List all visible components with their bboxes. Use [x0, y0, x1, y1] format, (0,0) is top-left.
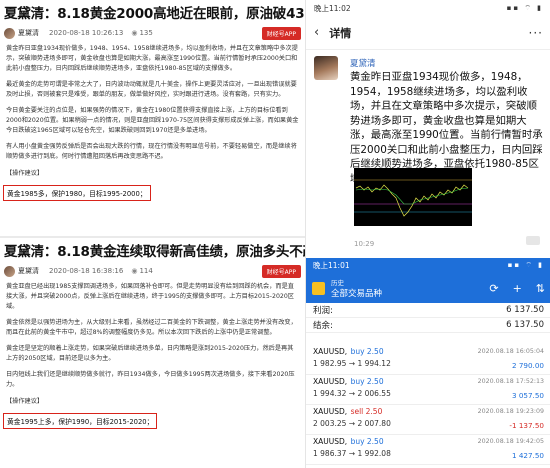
publish-date: 2020-08-18 10:26:13 [49, 29, 124, 37]
article-2: 夏黛清：8.18黄金连续取得新高佳绩，原油多头不改！ 夏黛清 2020-08-1… [0, 238, 305, 468]
back-arrow-icon[interactable]: ‹ [314, 25, 319, 40]
article-column: 夏黛清：8.18黄金2000高地近在眼前，原油破43多！ 夏黛清 2020-08… [0, 0, 305, 468]
avatar[interactable] [314, 56, 338, 80]
paragraph: 黄金昨日亚盘1934现价做多，1948、1954、1958继续进场多，均以盈利收… [6, 45, 298, 72]
refresh-icon[interactable]: ⟳ [489, 282, 498, 295]
order-symbol: XAUUSD, [313, 347, 348, 356]
article-1-body: 黄金昨日亚盘1934现价做多，1948、1954、1958继续进场多，均以盈利收… [0, 42, 305, 162]
status-bar: 晚上11:01 ▪▪ ⌔ ▮ [306, 258, 550, 273]
author-name[interactable]: 夏黛清 [350, 57, 376, 69]
order-row[interactable]: XAUUSD, buy 2.50 1 986.37 → 1 992.08 202… [306, 435, 550, 465]
order-time: 2020.08.18 19:23:09 [477, 408, 544, 415]
order-time: 2020.08.18 16:05:04 [477, 348, 544, 355]
order-row[interactable]: XAUUSD, buy 2.50 1 982.95 → 1 994.12 202… [306, 345, 550, 375]
article-2-meta: 夏黛清 2020-08-18 16:38:16 ◉ 114 财经号APP [0, 262, 305, 280]
article-1: 夏黛清：8.18黄金2000高地近在眼前，原油破43多！ 夏黛清 2020-08… [0, 0, 305, 236]
order-row[interactable]: XAUUSD, buy 2.50 1 994.32 → 2 006.55 202… [306, 375, 550, 405]
order-time: 2020.08.18 19:42:05 [477, 438, 544, 445]
article-2-title[interactable]: 夏黛清：8.18黄金连续取得新高佳绩，原油多头不改！ [0, 238, 305, 262]
history-label: 历史 [331, 279, 344, 287]
trading-toolbar: 历史 全部交易品种 ⟳ + ⇅ [306, 273, 550, 303]
app-download-button[interactable]: 财经号APP [261, 26, 301, 40]
account-summary: 利润: 6 137.50 结余: 6 137.50 [306, 303, 550, 333]
summary-row-balance: 结余: 6 137.50 [306, 318, 550, 333]
post-detail: 夏黛清 黄金昨日亚盘1934现价做多，1948，1954，1958继续进场多，均… [306, 50, 550, 258]
order-direction: buy 2.50 [350, 377, 384, 386]
sort-icon[interactable]: ⇅ [536, 282, 545, 295]
chart-graphic [354, 168, 472, 226]
order-symbol: XAUUSD, [313, 407, 348, 416]
status-bar: 晚上11:02 ▪▪ ⌔ ▮ [306, 0, 550, 16]
author-name[interactable]: 夏黛清 [18, 266, 39, 276]
paragraph: 今日黄金要关注的点位是，如果强势的情况下，黄金在1980位置获得支撑直接上涨，上… [6, 107, 299, 134]
summary-value: 6 137.50 [506, 305, 544, 315]
phone-column: 晚上11:02 ▪▪ ⌔ ▮ ‹ 详情 ··· 夏黛清 黄金昨日亚盘1934现价… [305, 0, 550, 468]
post-time: 10:29 [354, 240, 375, 248]
order-profit: -1 137.50 [509, 421, 544, 430]
paragraph: 有人用小盘黄金强势反弹后是否会出现大跌的行情，现在行情没有明显信号前，不要轻易做… [6, 143, 297, 160]
order-profit: 1 427.50 [511, 451, 544, 460]
summary-label: 结余: [313, 321, 333, 331]
order-direction: buy 2.50 [350, 437, 384, 446]
summary-value: 6 137.50 [506, 320, 544, 330]
more-icon[interactable]: ··· [529, 26, 543, 40]
order-history-list: XAUUSD, buy 2.50 1 982.95 → 1 994.12 202… [306, 345, 550, 465]
order-time: 2020.08.18 17:52:13 [477, 378, 544, 385]
order-prices: 1 994.32 → 2 006.55 [313, 389, 391, 398]
eye-icon: ◉ [131, 29, 138, 37]
article-2-body: 黄金亚盘已经出现1985支撑回调进场多，如果回落补仓即可。但是走势明显没有给到回… [0, 280, 305, 390]
section-label: 【操作建议】 [6, 398, 44, 405]
paragraph: 最近黄金的走势可谓是非常之大了，日内波动动辄就是几十美金，操作上更要灵活应对，一… [6, 81, 297, 98]
paragraph: 日内短线上我们还是继续顺势做多就行，昨日1934做多，今日做多1995两次进场做… [6, 371, 295, 388]
status-time: 晚上11:01 [313, 261, 350, 270]
order-symbol: XAUUSD, [313, 437, 348, 446]
candlestick-chart-image[interactable] [354, 168, 472, 226]
status-icons: ▪▪ ⌔ ▮ [506, 3, 543, 12]
comment-action-icon[interactable] [526, 236, 540, 245]
avatar[interactable] [4, 265, 15, 277]
add-icon[interactable]: + [513, 282, 522, 295]
order-symbol: XAUUSD, [313, 377, 348, 386]
eye-icon: ◉ [131, 267, 138, 275]
avatar[interactable] [4, 27, 15, 39]
summary-label: 利润: [313, 306, 333, 316]
article-1-meta: 夏黛清 2020-08-18 10:26:13 ◉ 135 财经号APP [0, 24, 305, 42]
paragraph: 黄金依然是以强势进场为主，从大级别上来看，虽然经过二百美金的下跌调整，黄金上涨走… [6, 319, 297, 336]
trade-advice-box: 黄金1995上多，保护1990，目标2015-2020； [3, 413, 158, 429]
order-direction: buy 2.50 [350, 347, 384, 356]
paragraph: 黄金还是坚定的顺着上涨走势，如果突破后继续进场多单，日内策略是涨到2015-20… [6, 345, 294, 362]
publish-date: 2020-08-18 16:38:16 [49, 267, 124, 275]
section-label: 【操作建议】 [6, 170, 44, 177]
toolbar-titles: 历史 全部交易品种 [331, 277, 382, 299]
article-1-title[interactable]: 夏黛清：8.18黄金2000高地近在眼前，原油破43多！ [0, 0, 305, 24]
symbols-filter[interactable]: 全部交易品种 [331, 287, 382, 299]
order-profit: 3 057.50 [511, 391, 544, 400]
order-direction: sell 2.50 [350, 407, 383, 416]
order-prices: 1 986.37 → 1 992.08 [313, 449, 391, 458]
author-name[interactable]: 夏黛清 [18, 28, 39, 38]
view-count: 135 [139, 29, 153, 37]
status-time: 晚上11:02 [314, 3, 351, 13]
trade-advice-box: 黄金1985多，保护1980，目标1995-2000； [3, 185, 151, 201]
order-profit: 2 790.00 [511, 361, 544, 370]
view-count: 114 [139, 267, 153, 275]
paragraph: 黄金亚盘已经出现1985支撑回调进场多，如果回落补仓即可。但是走势明显没有给到回… [6, 283, 294, 310]
order-prices: 1 982.95 → 1 994.12 [313, 359, 391, 368]
app-logo-icon[interactable] [312, 281, 325, 295]
detail-nav-bar: ‹ 详情 ··· [306, 16, 550, 50]
order-row[interactable]: XAUUSD, sell 2.50 2 003.25 → 2 007.80 20… [306, 405, 550, 435]
summary-row-profit: 利润: 6 137.50 [306, 303, 550, 318]
page-title: 详情 [329, 26, 352, 40]
app-download-button[interactable]: 财经号APP [261, 264, 301, 278]
status-icons: ▪▪ ⌔ ▮ [507, 261, 544, 269]
